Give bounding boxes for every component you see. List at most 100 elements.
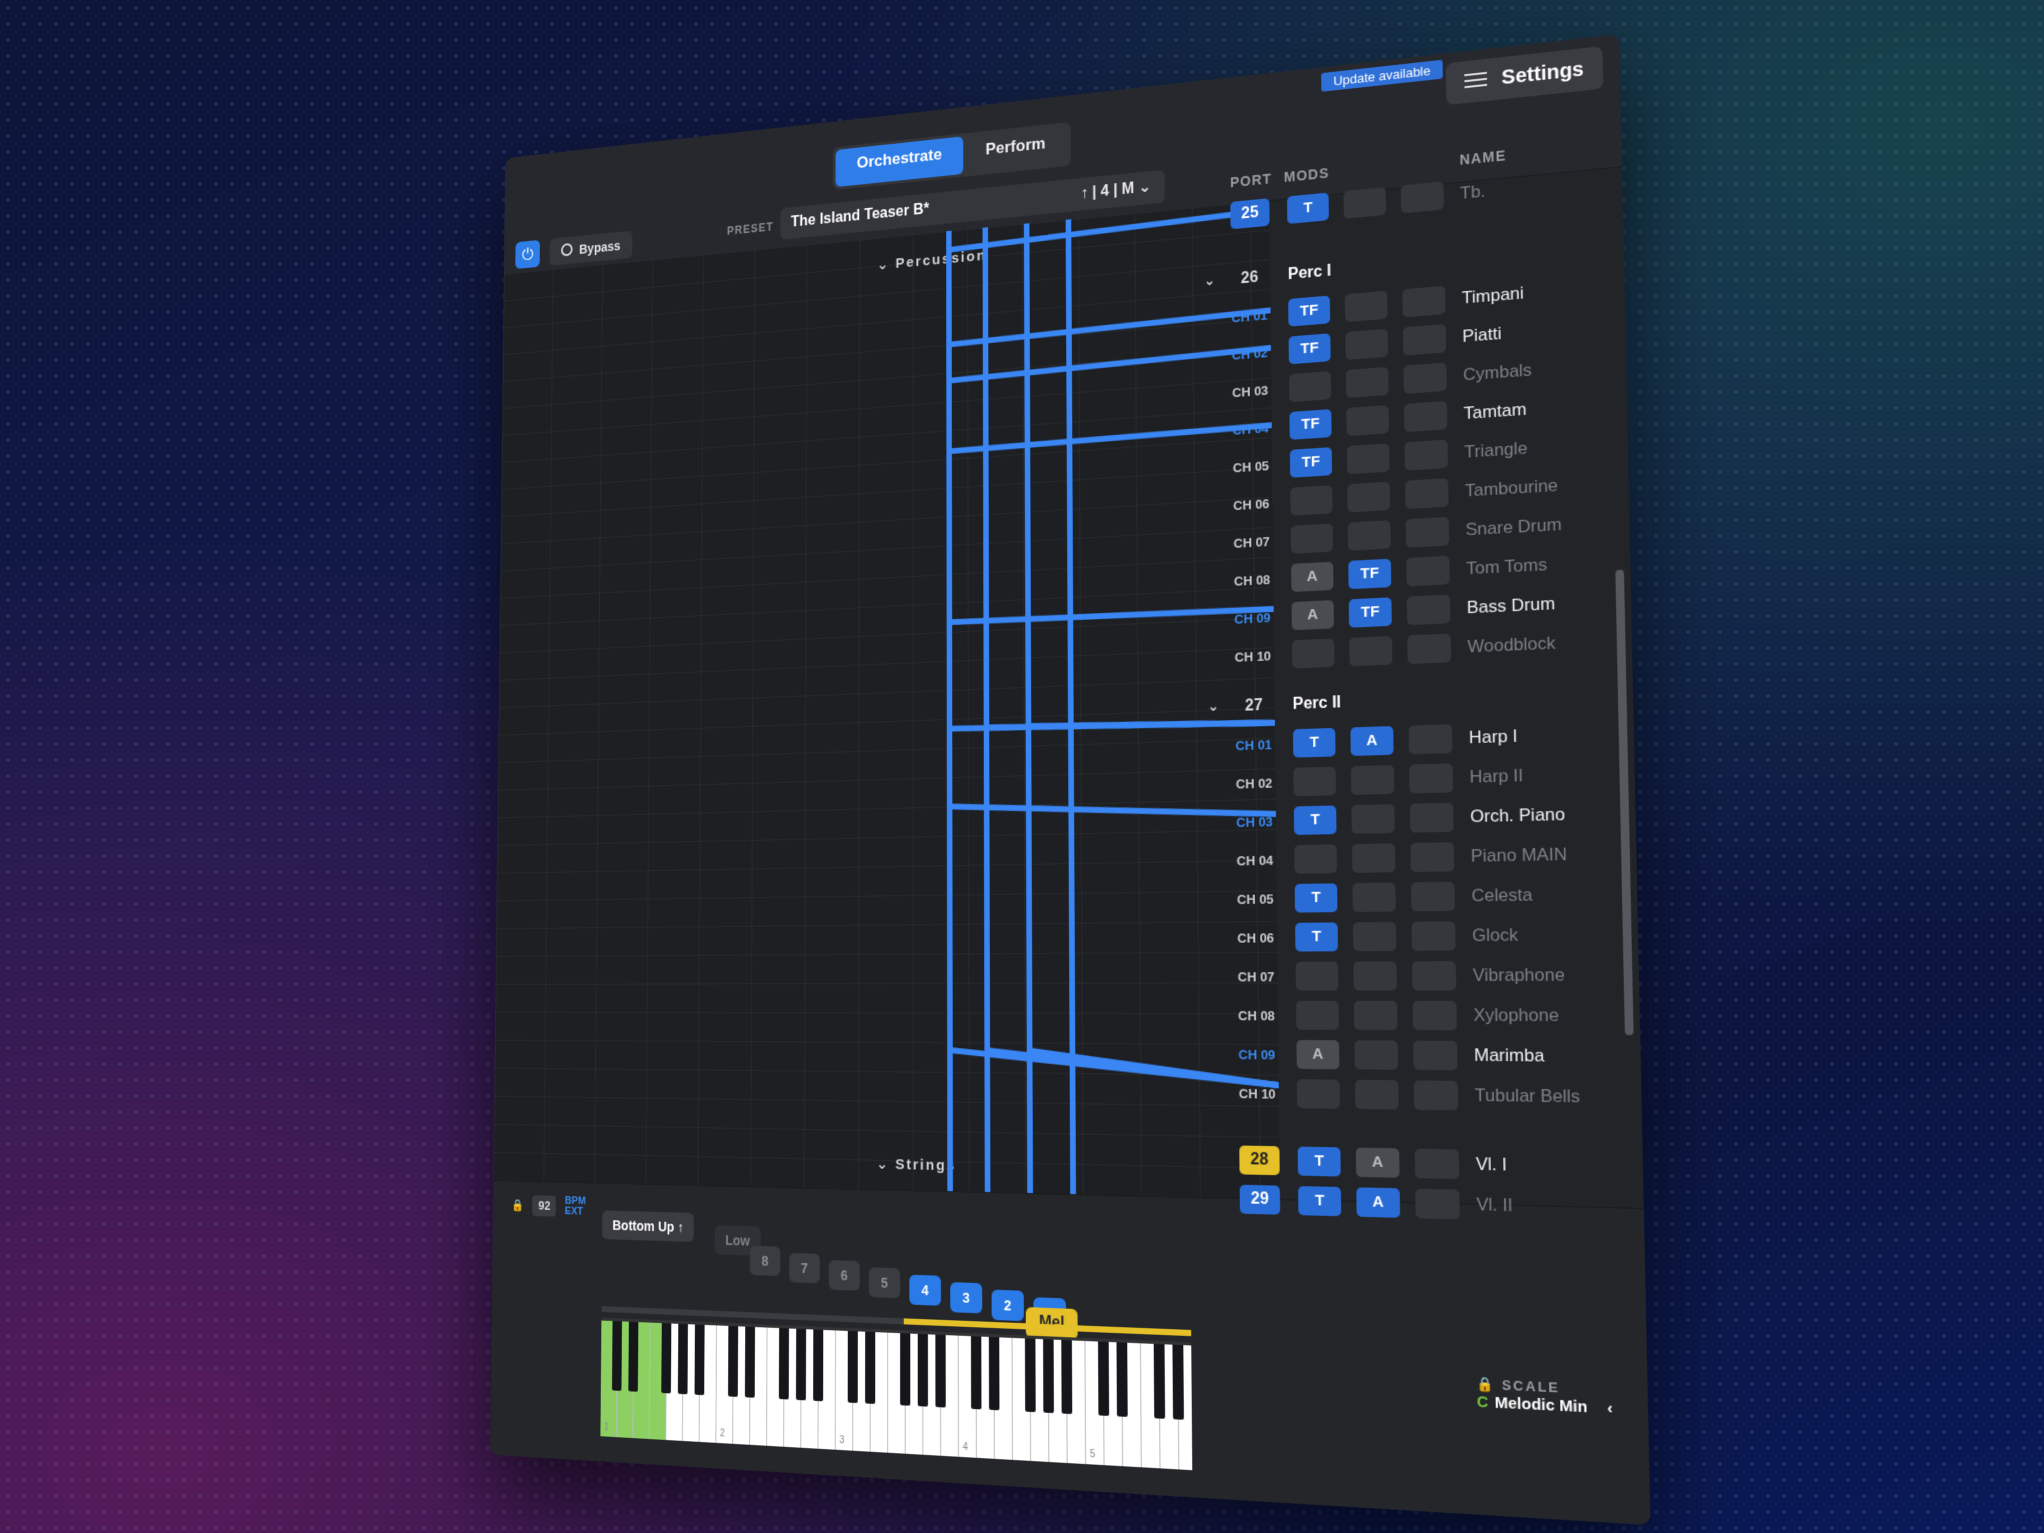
channel-row[interactable]: CH 08 Xylophone — [1228, 997, 1624, 1038]
bpm-display[interactable]: 🔒 92 BPM EXT — [511, 1195, 585, 1218]
scale-selector[interactable]: 🔒 SCALE C Melodic Min ‹ — [1476, 1376, 1613, 1418]
white-key[interactable] — [699, 1324, 717, 1443]
mod-button[interactable] — [1288, 371, 1332, 403]
order-selector[interactable]: Bottom Up ↑ — [602, 1210, 695, 1242]
channel-row[interactable]: CH 07 Vibraphone — [1228, 956, 1623, 997]
instrument-slot[interactable] — [1404, 439, 1448, 471]
instrument-slot[interactable] — [1410, 842, 1455, 872]
white-key[interactable] — [1178, 1344, 1193, 1471]
mod-button[interactable] — [1290, 523, 1334, 554]
mod-button[interactable]: T — [1293, 805, 1337, 835]
mod-button[interactable]: A — [1291, 561, 1334, 593]
update-badge[interactable]: Update available — [1321, 59, 1443, 92]
channel-row[interactable]: CH 05 T Celesta — [1227, 875, 1621, 919]
instrument-slot[interactable] — [1400, 181, 1444, 214]
mod-button[interactable] — [1353, 961, 1397, 991]
white-key[interactable] — [870, 1331, 889, 1453]
white-key[interactable] — [633, 1321, 651, 1440]
mod-button[interactable] — [1347, 481, 1391, 513]
instrument-slot[interactable] — [1413, 1080, 1459, 1111]
mod-button[interactable]: TF — [1288, 295, 1331, 327]
instrument-slot[interactable] — [1412, 961, 1457, 991]
instrument-slot[interactable] — [1415, 1188, 1460, 1220]
mod-button[interactable] — [1349, 636, 1393, 667]
mod-button[interactable] — [1350, 765, 1395, 795]
white-key[interactable] — [818, 1329, 836, 1450]
mod-button[interactable] — [1351, 843, 1396, 873]
instrument-slot[interactable] — [1413, 1040, 1458, 1071]
octave-button[interactable]: 5 — [868, 1267, 901, 1299]
white-key[interactable] — [1067, 1340, 1087, 1465]
mod-button[interactable]: A — [1291, 600, 1334, 631]
white-key[interactable] — [940, 1334, 959, 1457]
mod-button[interactable] — [1345, 328, 1389, 361]
mod-button[interactable] — [1343, 187, 1387, 219]
mod-button[interactable] — [1346, 443, 1390, 475]
mod-button[interactable] — [1344, 290, 1388, 323]
mod-button[interactable] — [1353, 1000, 1398, 1031]
mod-button[interactable] — [1352, 921, 1397, 952]
mod-button[interactable] — [1347, 520, 1391, 551]
tab-orchestrate[interactable]: Orchestrate — [835, 136, 964, 188]
instrument-slot[interactable] — [1409, 763, 1454, 794]
white-key[interactable] — [1122, 1342, 1142, 1468]
channel-row[interactable]: CH 10 Tubular Bells — [1229, 1074, 1626, 1119]
instrument-slot[interactable] — [1403, 400, 1448, 433]
mod-button[interactable] — [1354, 1040, 1399, 1070]
piano-keyboard[interactable]: 1234567 — [600, 1317, 1193, 1471]
instrument-slot[interactable] — [1412, 1000, 1457, 1031]
mod-button[interactable]: T — [1294, 883, 1338, 913]
mod-button[interactable] — [1294, 844, 1337, 874]
instrument-slot[interactable] — [1402, 285, 1446, 318]
mod-button[interactable] — [1291, 638, 1335, 669]
channel-row[interactable]: CH 09 A Marimba — [1228, 1036, 1624, 1079]
instrument-slot[interactable] — [1406, 555, 1450, 587]
instrument-slot[interactable] — [1411, 921, 1456, 951]
instrument-slot[interactable] — [1403, 362, 1447, 394]
octave-button[interactable]: 4 — [909, 1274, 941, 1306]
mod-button[interactable]: T — [1295, 922, 1338, 952]
instrument-slot[interactable] — [1405, 516, 1450, 548]
mod-button[interactable]: A — [1355, 1147, 1400, 1178]
white-key[interactable] — [750, 1326, 768, 1446]
mod-button[interactable]: A — [1356, 1187, 1401, 1218]
mod-button[interactable] — [1346, 405, 1390, 437]
mod-button[interactable] — [1351, 804, 1395, 834]
mod-button[interactable] — [1352, 882, 1396, 912]
octave-button[interactable]: 8 — [749, 1245, 781, 1277]
octave-button[interactable]: 6 — [828, 1260, 860, 1291]
instrument-slot[interactable] — [1406, 594, 1451, 626]
mod-button[interactable] — [1296, 1079, 1340, 1109]
mod-button[interactable]: T — [1286, 192, 1329, 225]
channel-row[interactable]: CH 06 T Glock — [1227, 916, 1622, 958]
mod-button[interactable]: TF — [1348, 558, 1392, 590]
white-key[interactable] — [994, 1337, 1013, 1460]
mod-button[interactable]: A — [1296, 1040, 1340, 1070]
instrument-slot[interactable] — [1407, 633, 1452, 665]
mod-button[interactable] — [1290, 485, 1333, 516]
octave-button[interactable]: 7 — [789, 1252, 820, 1284]
mod-button[interactable] — [1354, 1079, 1399, 1110]
mod-button[interactable]: T — [1298, 1186, 1342, 1217]
instrument-slot[interactable] — [1405, 478, 1449, 510]
instrument-slot[interactable] — [1402, 324, 1447, 356]
tab-perform[interactable]: Perform — [964, 125, 1068, 174]
instrument-slot[interactable] — [1408, 724, 1453, 755]
mod-button[interactable] — [1295, 961, 1339, 991]
power-button[interactable]: ⏻ — [515, 239, 540, 270]
mod-button[interactable]: TF — [1348, 597, 1392, 628]
bypass-toggle[interactable]: Bypass — [549, 230, 633, 266]
instrument-slot[interactable] — [1410, 881, 1455, 912]
instrument-slot[interactable] — [1414, 1148, 1460, 1180]
mod-button[interactable] — [1296, 1000, 1339, 1030]
mod-button[interactable] — [1293, 766, 1337, 797]
octave-button[interactable]: 3 — [950, 1282, 983, 1314]
instrument-slot[interactable] — [1409, 802, 1454, 833]
mod-button[interactable]: T — [1292, 727, 1336, 758]
octave-button[interactable]: 2 — [991, 1289, 1024, 1322]
settings-button[interactable]: Settings — [1445, 46, 1604, 106]
mod-button[interactable]: TF — [1288, 333, 1331, 365]
mod-button[interactable]: T — [1297, 1146, 1341, 1177]
channel-row[interactable]: CH 04 Piano MAIN — [1226, 835, 1620, 881]
mod-button[interactable] — [1345, 366, 1389, 398]
